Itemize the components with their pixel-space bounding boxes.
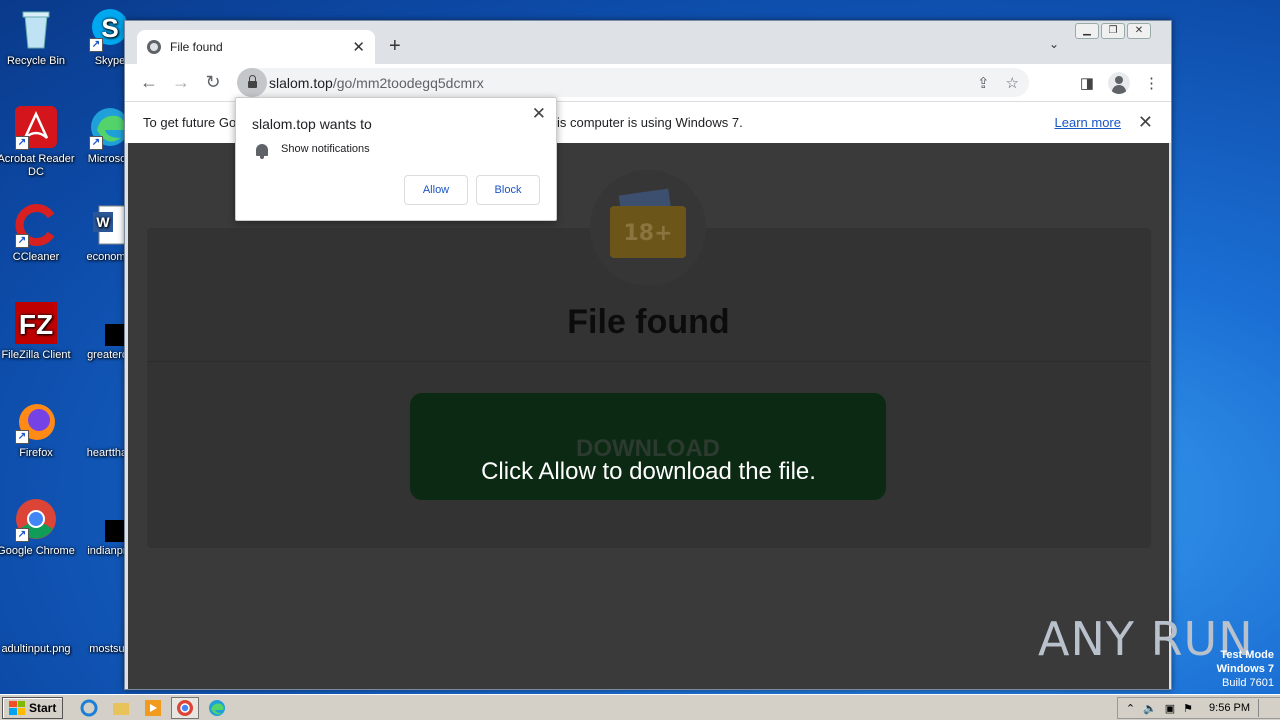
popup-permission-text: Show notifications	[281, 143, 370, 155]
svg-text:S: S	[101, 13, 118, 43]
age-badge: 18+	[610, 206, 686, 258]
start-button[interactable]: Start	[2, 696, 64, 719]
lock-icon	[247, 75, 257, 88]
volume-icon[interactable]: 🔈	[1143, 702, 1157, 715]
restore-icon[interactable]: ❐	[1101, 23, 1125, 39]
media-player-icon[interactable]	[139, 697, 167, 719]
test-mode-label: Test Mode Windows 7 Build 7601	[1217, 648, 1274, 690]
chrome-taskbar-icon[interactable]	[171, 696, 200, 719]
ccleaner-icon: ↗	[13, 202, 59, 248]
allow-instruction-text: Click Allow to download the file.	[481, 458, 816, 485]
learn-more-link[interactable]: Learn more	[1055, 115, 1121, 130]
allow-button[interactable]: Allow	[404, 175, 468, 205]
desktop-icon-label: FileZilla Client	[1, 349, 71, 361]
back-arrow-icon[interactable]: ←	[133, 72, 165, 93]
svg-text:W: W	[96, 214, 110, 230]
desktop-icon-recycle-bin[interactable]: Recycle Bin	[0, 6, 76, 68]
system-tray: ⌃ 🔈 ▣ ⚑ 9:56 PM	[1116, 697, 1280, 719]
reload-icon[interactable]: ↻	[197, 72, 229, 93]
side-panel-icon[interactable]: ◨	[1080, 74, 1094, 92]
shortcut-arrow-icon: ↗	[15, 430, 29, 444]
new-tab-plus-icon[interactable]: +	[389, 35, 401, 58]
desktop-icon-filezilla[interactable]: FZ FileZilla Client	[0, 300, 76, 362]
acrobat-icon: ↗	[13, 104, 59, 150]
notification-permission-popup: slalom.top wants to ✕ Show notifications…	[235, 97, 557, 221]
shortcut-arrow-icon: ↗	[15, 528, 29, 542]
profile-avatar-icon[interactable]	[1108, 71, 1130, 94]
window-controls: ▁ ❐ ✕	[1075, 23, 1151, 39]
tab-close-icon[interactable]: ✕	[352, 38, 365, 56]
recycle-bin-icon	[13, 6, 59, 52]
tray-expand-icon[interactable]: ⌃	[1126, 702, 1135, 715]
desktop-icon-label: Google Chrome	[0, 545, 75, 557]
tab-title: File found	[170, 40, 223, 54]
taskbar: Start ⌃ 🔈 ▣ ⚑ 9:56 PM	[0, 694, 1280, 720]
tab-file-found[interactable]: File found ✕	[137, 30, 375, 64]
edge-taskbar-icon[interactable]	[203, 697, 231, 719]
browser-toolbar: ← → ↻ slalom.top/go/mm2toodegq5dcmrx ⇪ ☆…	[125, 64, 1171, 101]
block-button[interactable]: Block	[476, 175, 540, 205]
page-content: 18+ File found DOWNLOAD Click Allow to d…	[128, 143, 1169, 689]
desktop-icon-label: Firefox	[19, 447, 53, 459]
tab-search-chevron-icon[interactable]: ⌄	[1049, 37, 1059, 51]
folder-18-icon: 18+	[590, 170, 706, 286]
share-icon[interactable]: ⇪	[977, 74, 990, 92]
svg-text:FZ: FZ	[19, 309, 53, 340]
desktop-icon-label: Recycle Bin	[6, 55, 66, 67]
start-label: Start	[29, 700, 57, 715]
minimize-icon[interactable]: ▁	[1075, 23, 1099, 39]
infobar-text-left: To get future Go	[143, 115, 237, 130]
kebab-menu-icon[interactable]: ⋮	[1144, 74, 1159, 92]
close-window-icon[interactable]: ✕	[1127, 23, 1151, 39]
page-heading: File found	[567, 303, 730, 341]
divider	[148, 361, 1149, 362]
os-text: Windows 7	[1216, 663, 1274, 675]
popup-title: slalom.top wants to	[252, 116, 372, 132]
filezilla-icon: FZ	[13, 300, 59, 346]
desktop-icon-label: Acrobat Reader DC	[0, 153, 75, 178]
shortcut-arrow-icon: ↗	[15, 136, 29, 150]
test-mode-text: Test Mode	[1220, 649, 1274, 661]
desktop-icon-label: CCleaner	[12, 251, 60, 263]
windows-flag-icon	[9, 700, 25, 715]
infobar-close-icon[interactable]: ✕	[1138, 112, 1153, 133]
popup-close-icon[interactable]: ✕	[532, 104, 546, 124]
forward-arrow-icon[interactable]: →	[165, 72, 197, 93]
bell-icon	[256, 144, 268, 159]
shortcut-arrow-icon: ↗	[15, 234, 29, 248]
bookmark-star-icon[interactable]: ☆	[1006, 74, 1019, 92]
clock-time[interactable]: 9:56 PM	[1209, 702, 1250, 714]
desktop-icon-firefox[interactable]: ↗ Firefox	[0, 398, 76, 460]
network-icon[interactable]: ▣	[1165, 702, 1175, 715]
desktop-icon-adultinput[interactable]: adultinput.png	[0, 594, 76, 656]
desktop-icon-label: adultinput.png	[1, 643, 71, 655]
address-bar[interactable]: slalom.top/go/mm2toodegq5dcmrx ⇪ ☆	[237, 68, 1029, 97]
desktop-icon-chrome[interactable]: ↗ Google Chrome	[0, 496, 76, 558]
desktop-icon-ccleaner[interactable]: ↗ CCleaner	[0, 202, 76, 264]
show-desktop-button[interactable]	[1258, 699, 1272, 717]
firefox-icon: ↗	[13, 398, 59, 444]
url-host: slalom.top	[269, 74, 333, 91]
globe-icon	[147, 40, 161, 54]
action-center-flag-icon[interactable]: ⚑	[1183, 702, 1193, 715]
shortcut-arrow-icon: ↗	[89, 136, 103, 150]
image-file-icon	[13, 594, 59, 640]
chrome-icon: ↗	[13, 496, 59, 542]
build-text: Build 7601	[1222, 677, 1274, 689]
site-info-button[interactable]	[237, 68, 267, 97]
infobar-text-right: is computer is using Windows 7.	[557, 115, 743, 130]
shortcut-arrow-icon: ↗	[89, 38, 103, 52]
internet-explorer-icon[interactable]	[75, 697, 103, 719]
file-explorer-icon[interactable]	[107, 697, 135, 719]
desktop-icon-acrobat[interactable]: ↗ Acrobat Reader DC	[0, 104, 76, 179]
url-path: /go/mm2toodegq5dcmrx	[332, 74, 484, 91]
